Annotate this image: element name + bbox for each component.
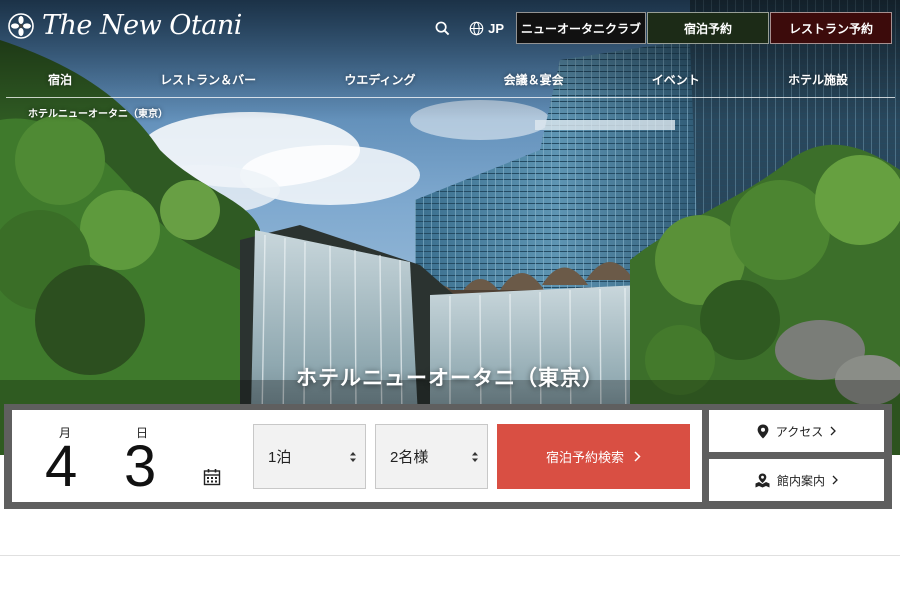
map-pin-icon (757, 424, 769, 438)
guests-select[interactable]: 2名様 (375, 424, 488, 489)
search-icon (435, 21, 449, 35)
main-nav: 宿泊 レストラン＆バー ウエディング 会議＆宴会 イベント ホテル施設 (0, 62, 900, 96)
nav-item-wedding[interactable]: ウエディング (344, 71, 415, 88)
restaurant-booking-button[interactable]: レストラン予約 (770, 12, 892, 44)
nights-select[interactable]: 1泊 (253, 424, 366, 489)
club-button[interactable]: ニューオータニクラブ (516, 12, 646, 44)
header-utilities: JP ニューオータニクラブ 宿泊予約 レストラン予約 (429, 12, 892, 44)
search-button[interactable] (429, 15, 455, 41)
page: The New Otani JP ニューオータニクラブ 宿泊予約 レストラン予約… (0, 0, 900, 600)
globe-icon (469, 21, 484, 35)
logo-text: The New Otani (42, 10, 242, 41)
guests-value: 2名様 (390, 449, 429, 466)
nav-divider (6, 97, 895, 98)
stay-search-button[interactable]: 宿泊予約検索 (497, 424, 690, 489)
access-button[interactable]: アクセス (709, 410, 884, 452)
access-label: アクセス (775, 424, 824, 439)
nav-item-facilities[interactable]: ホテル施設 (788, 71, 848, 88)
calendar-icon[interactable] (203, 468, 221, 486)
section-divider (0, 555, 900, 556)
chevron-right-icon (634, 451, 641, 462)
nav-item-stay[interactable]: 宿泊 (48, 71, 72, 88)
nav-item-restaurant-bar[interactable]: レストラン＆バー (160, 71, 256, 88)
select-caret-icon (350, 452, 356, 462)
floor-map-icon (755, 473, 770, 487)
floor-guide-label: 館内案内 (776, 473, 825, 488)
breadcrumb[interactable]: ホテルニューオータニ（東京） (28, 105, 168, 120)
floor-guide-button[interactable]: 館内案内 (709, 459, 884, 501)
chevron-right-icon (830, 426, 837, 436)
language-selector[interactable]: JP (469, 21, 504, 36)
nav-item-meetings-banquets[interactable]: 会議＆宴会 (504, 71, 564, 88)
month-value[interactable]: 4 (45, 438, 77, 496)
brand-logo[interactable]: The New Otani (8, 10, 242, 41)
chevron-right-icon (832, 475, 838, 485)
nav-item-events[interactable]: イベント (652, 71, 700, 88)
select-caret-icon (472, 452, 478, 462)
stay-booking-button[interactable]: 宿泊予約 (647, 12, 769, 44)
booking-panel: 月 日 4 3 1泊 2名様 宿泊予約検索 (12, 410, 702, 502)
logo-emblem-icon (8, 12, 34, 39)
language-label: JP (488, 20, 504, 36)
stay-search-label: 宿泊予約検索 (545, 450, 624, 465)
nights-value: 1泊 (268, 449, 292, 466)
day-value[interactable]: 3 (124, 438, 156, 496)
hero-title: ホテルニューオータニ（東京） (296, 365, 604, 390)
